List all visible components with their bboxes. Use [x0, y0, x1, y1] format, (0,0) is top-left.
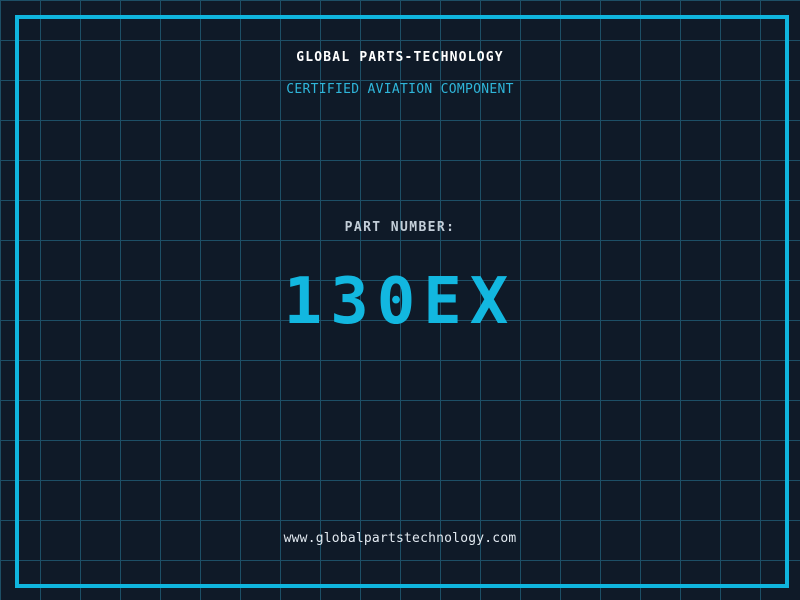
certification-subtitle: CERTIFIED AVIATION COMPONENT [0, 83, 800, 96]
website-url: www.globalpartstechnology.com [0, 532, 800, 545]
part-label-page: GLOBAL PARTS-TECHNOLOGY CERTIFIED AVIATI… [0, 0, 800, 600]
part-number-value: 130EX [0, 270, 800, 334]
part-number-label: PART NUMBER: [0, 221, 800, 234]
company-title: GLOBAL PARTS-TECHNOLOGY [0, 51, 800, 64]
